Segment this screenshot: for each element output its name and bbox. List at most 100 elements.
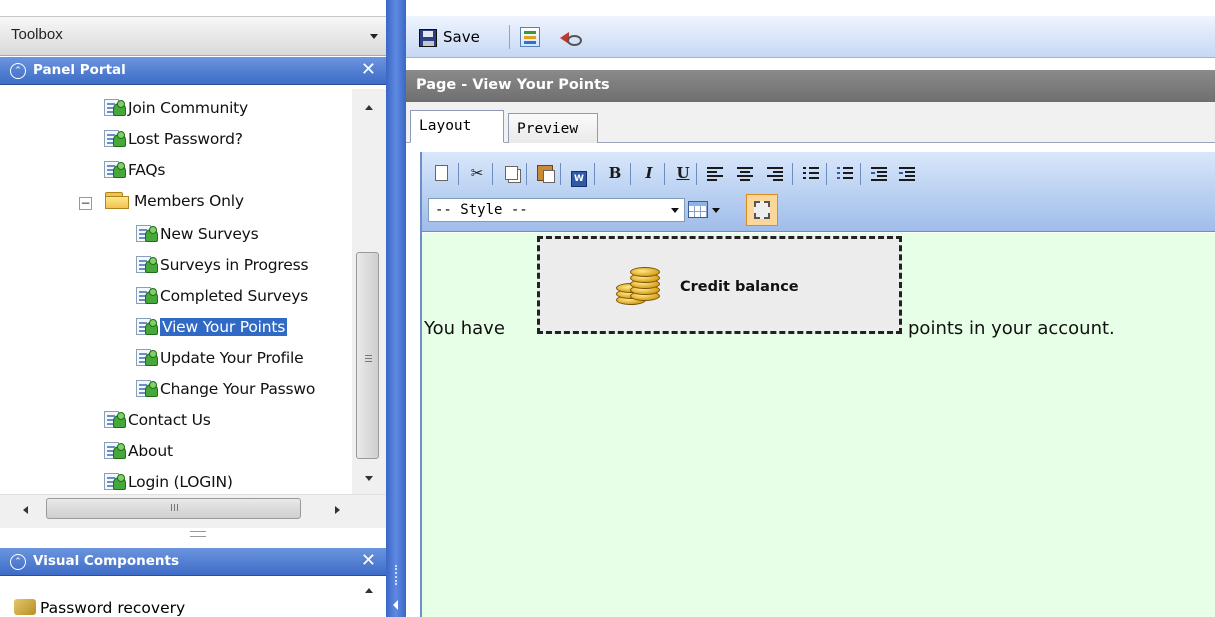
ordered-list-button[interactable] bbox=[798, 159, 824, 187]
tree-horizontal-scrollbar[interactable] bbox=[0, 494, 386, 528]
editor-toolbar-row: ✂ W B I U bbox=[428, 159, 1215, 187]
toolbar-separator bbox=[492, 163, 493, 185]
save-button[interactable]: Save bbox=[414, 21, 508, 53]
scroll-up-icon[interactable] bbox=[365, 105, 373, 110]
paste-from-word-button[interactable]: W bbox=[566, 159, 592, 187]
tree-item-about[interactable]: About bbox=[104, 438, 173, 464]
tree-item-faqs[interactable]: FAQs bbox=[104, 157, 166, 183]
unordered-list-button[interactable] bbox=[832, 159, 858, 187]
tree-item-lost-password[interactable]: Lost Password? bbox=[104, 126, 243, 152]
tree-item-completed-surveys[interactable]: Completed Surveys bbox=[136, 283, 308, 309]
bold-button[interactable]: B bbox=[602, 159, 628, 187]
indent-button[interactable] bbox=[894, 159, 920, 187]
close-icon[interactable]: ✕ bbox=[361, 60, 376, 80]
show-borders-toggle[interactable] bbox=[746, 194, 778, 226]
collapse-left-icon[interactable] bbox=[393, 600, 398, 610]
align-left-icon bbox=[707, 166, 723, 181]
editor-content[interactable]: Credit balance You have points in your a… bbox=[422, 233, 1215, 617]
outdent-button[interactable] bbox=[866, 159, 892, 187]
tree-item-new-surveys[interactable]: New Surveys bbox=[136, 221, 259, 247]
page-icon bbox=[136, 316, 158, 336]
toolbar-separator bbox=[509, 25, 510, 49]
tab-preview[interactable]: Preview bbox=[508, 113, 598, 143]
toolbar-separator bbox=[630, 163, 631, 185]
scroll-down-icon[interactable] bbox=[365, 476, 373, 481]
save-label: Save bbox=[443, 28, 480, 46]
page-icon bbox=[136, 254, 158, 274]
tree-item-update-your-profile[interactable]: Update Your Profile bbox=[136, 345, 304, 371]
collapse-icon[interactable]: ⌃ bbox=[10, 63, 26, 79]
html-editor: ✂ W B I U -- Style -- Credit balance You… bbox=[420, 152, 1215, 617]
tree-item-label: Lost Password? bbox=[128, 130, 243, 148]
panel-resize-grip[interactable] bbox=[190, 531, 206, 537]
visual-components-title: Visual Components bbox=[33, 553, 179, 569]
ordered-list-icon bbox=[803, 166, 819, 180]
tree-item-label: About bbox=[128, 442, 173, 460]
scroll-right-icon[interactable] bbox=[335, 506, 340, 514]
tree-item-surveys-in-progress[interactable]: Surveys in Progress bbox=[136, 252, 309, 278]
tree-vertical-scrollbar[interactable] bbox=[352, 89, 386, 494]
chevron-down-icon[interactable] bbox=[712, 208, 720, 213]
tree-item-label: FAQs bbox=[128, 161, 166, 179]
visual-components-header[interactable]: ⌃ Visual Components ✕ bbox=[0, 548, 386, 576]
scroll-up-icon[interactable] bbox=[365, 588, 373, 593]
italic-button[interactable]: I bbox=[636, 159, 662, 187]
unordered-list-icon bbox=[837, 166, 853, 180]
close-icon[interactable]: ✕ bbox=[361, 551, 376, 571]
align-center-button[interactable] bbox=[732, 159, 758, 187]
tree-item-login[interactable]: Login (LOGIN) bbox=[104, 469, 233, 494]
tree-item-change-your-password[interactable]: Change Your Passwo bbox=[136, 376, 315, 402]
align-right-button[interactable] bbox=[762, 159, 788, 187]
page-icon bbox=[104, 128, 126, 148]
credit-balance-component[interactable]: Credit balance bbox=[537, 236, 902, 334]
toolbar-separator bbox=[792, 163, 793, 185]
designer-pane: Save Page - View Your Points Layout Prev… bbox=[406, 0, 1215, 617]
tree-item-label: New Surveys bbox=[160, 225, 259, 243]
insert-table-button[interactable] bbox=[688, 198, 720, 222]
tree-item-contact-us[interactable]: Contact Us bbox=[104, 407, 211, 433]
left-panel: Toolbox ⌃ Panel Portal ✕ Join Community … bbox=[0, 0, 386, 617]
style-select-value: -- Style -- bbox=[435, 202, 528, 218]
align-left-button[interactable] bbox=[702, 159, 728, 187]
style-select[interactable]: -- Style -- bbox=[428, 198, 685, 222]
toolbar-separator bbox=[696, 163, 697, 185]
cut-button[interactable]: ✂ bbox=[464, 159, 490, 187]
page-icon bbox=[136, 378, 158, 398]
component-password-recovery[interactable]: Password recovery bbox=[14, 599, 185, 617]
folder-open-icon bbox=[104, 191, 130, 209]
properties-icon bbox=[520, 27, 540, 47]
coins-icon bbox=[616, 265, 666, 313]
page-icon bbox=[136, 347, 158, 367]
scroll-thumb[interactable] bbox=[46, 498, 301, 519]
toolbar-separator bbox=[594, 163, 595, 185]
collapse-members-only-toggle[interactable]: − bbox=[79, 197, 92, 210]
indent-icon bbox=[899, 166, 915, 181]
page-icon bbox=[104, 440, 126, 460]
toolbox-dropdown-icon[interactable] bbox=[370, 34, 378, 39]
tab-layout[interactable]: Layout bbox=[410, 110, 504, 143]
dashed-box-icon bbox=[754, 201, 770, 219]
tree-item-view-your-points[interactable]: View Your Points bbox=[136, 314, 288, 340]
panel-portal-header[interactable]: ⌃ Panel Portal ✕ bbox=[0, 57, 386, 85]
pane-splitter[interactable] bbox=[386, 0, 406, 617]
tree-item-members-only[interactable]: Members Only bbox=[104, 188, 244, 214]
properties-button[interactable] bbox=[514, 21, 546, 53]
floppy-disk-icon bbox=[419, 29, 437, 47]
grip-icon bbox=[171, 504, 178, 511]
toolbox-header[interactable]: Toolbox bbox=[0, 16, 386, 56]
paste-button[interactable] bbox=[532, 159, 558, 187]
align-right-icon bbox=[767, 166, 783, 181]
undo-button[interactable] bbox=[554, 21, 586, 53]
page-icon bbox=[104, 471, 126, 491]
copy-icon bbox=[504, 166, 518, 180]
tree-item-join-community[interactable]: Join Community bbox=[104, 95, 248, 121]
scroll-thumb[interactable] bbox=[356, 252, 379, 459]
new-document-button[interactable] bbox=[428, 159, 454, 187]
collapse-icon[interactable]: ⌃ bbox=[10, 554, 26, 570]
underline-button[interactable]: U bbox=[670, 159, 696, 187]
toolbar-separator bbox=[560, 163, 561, 185]
scroll-left-icon[interactable] bbox=[23, 506, 28, 514]
copy-button[interactable] bbox=[498, 159, 524, 187]
splitter-grip-icon bbox=[395, 565, 397, 585]
toolbar-separator bbox=[458, 163, 459, 185]
